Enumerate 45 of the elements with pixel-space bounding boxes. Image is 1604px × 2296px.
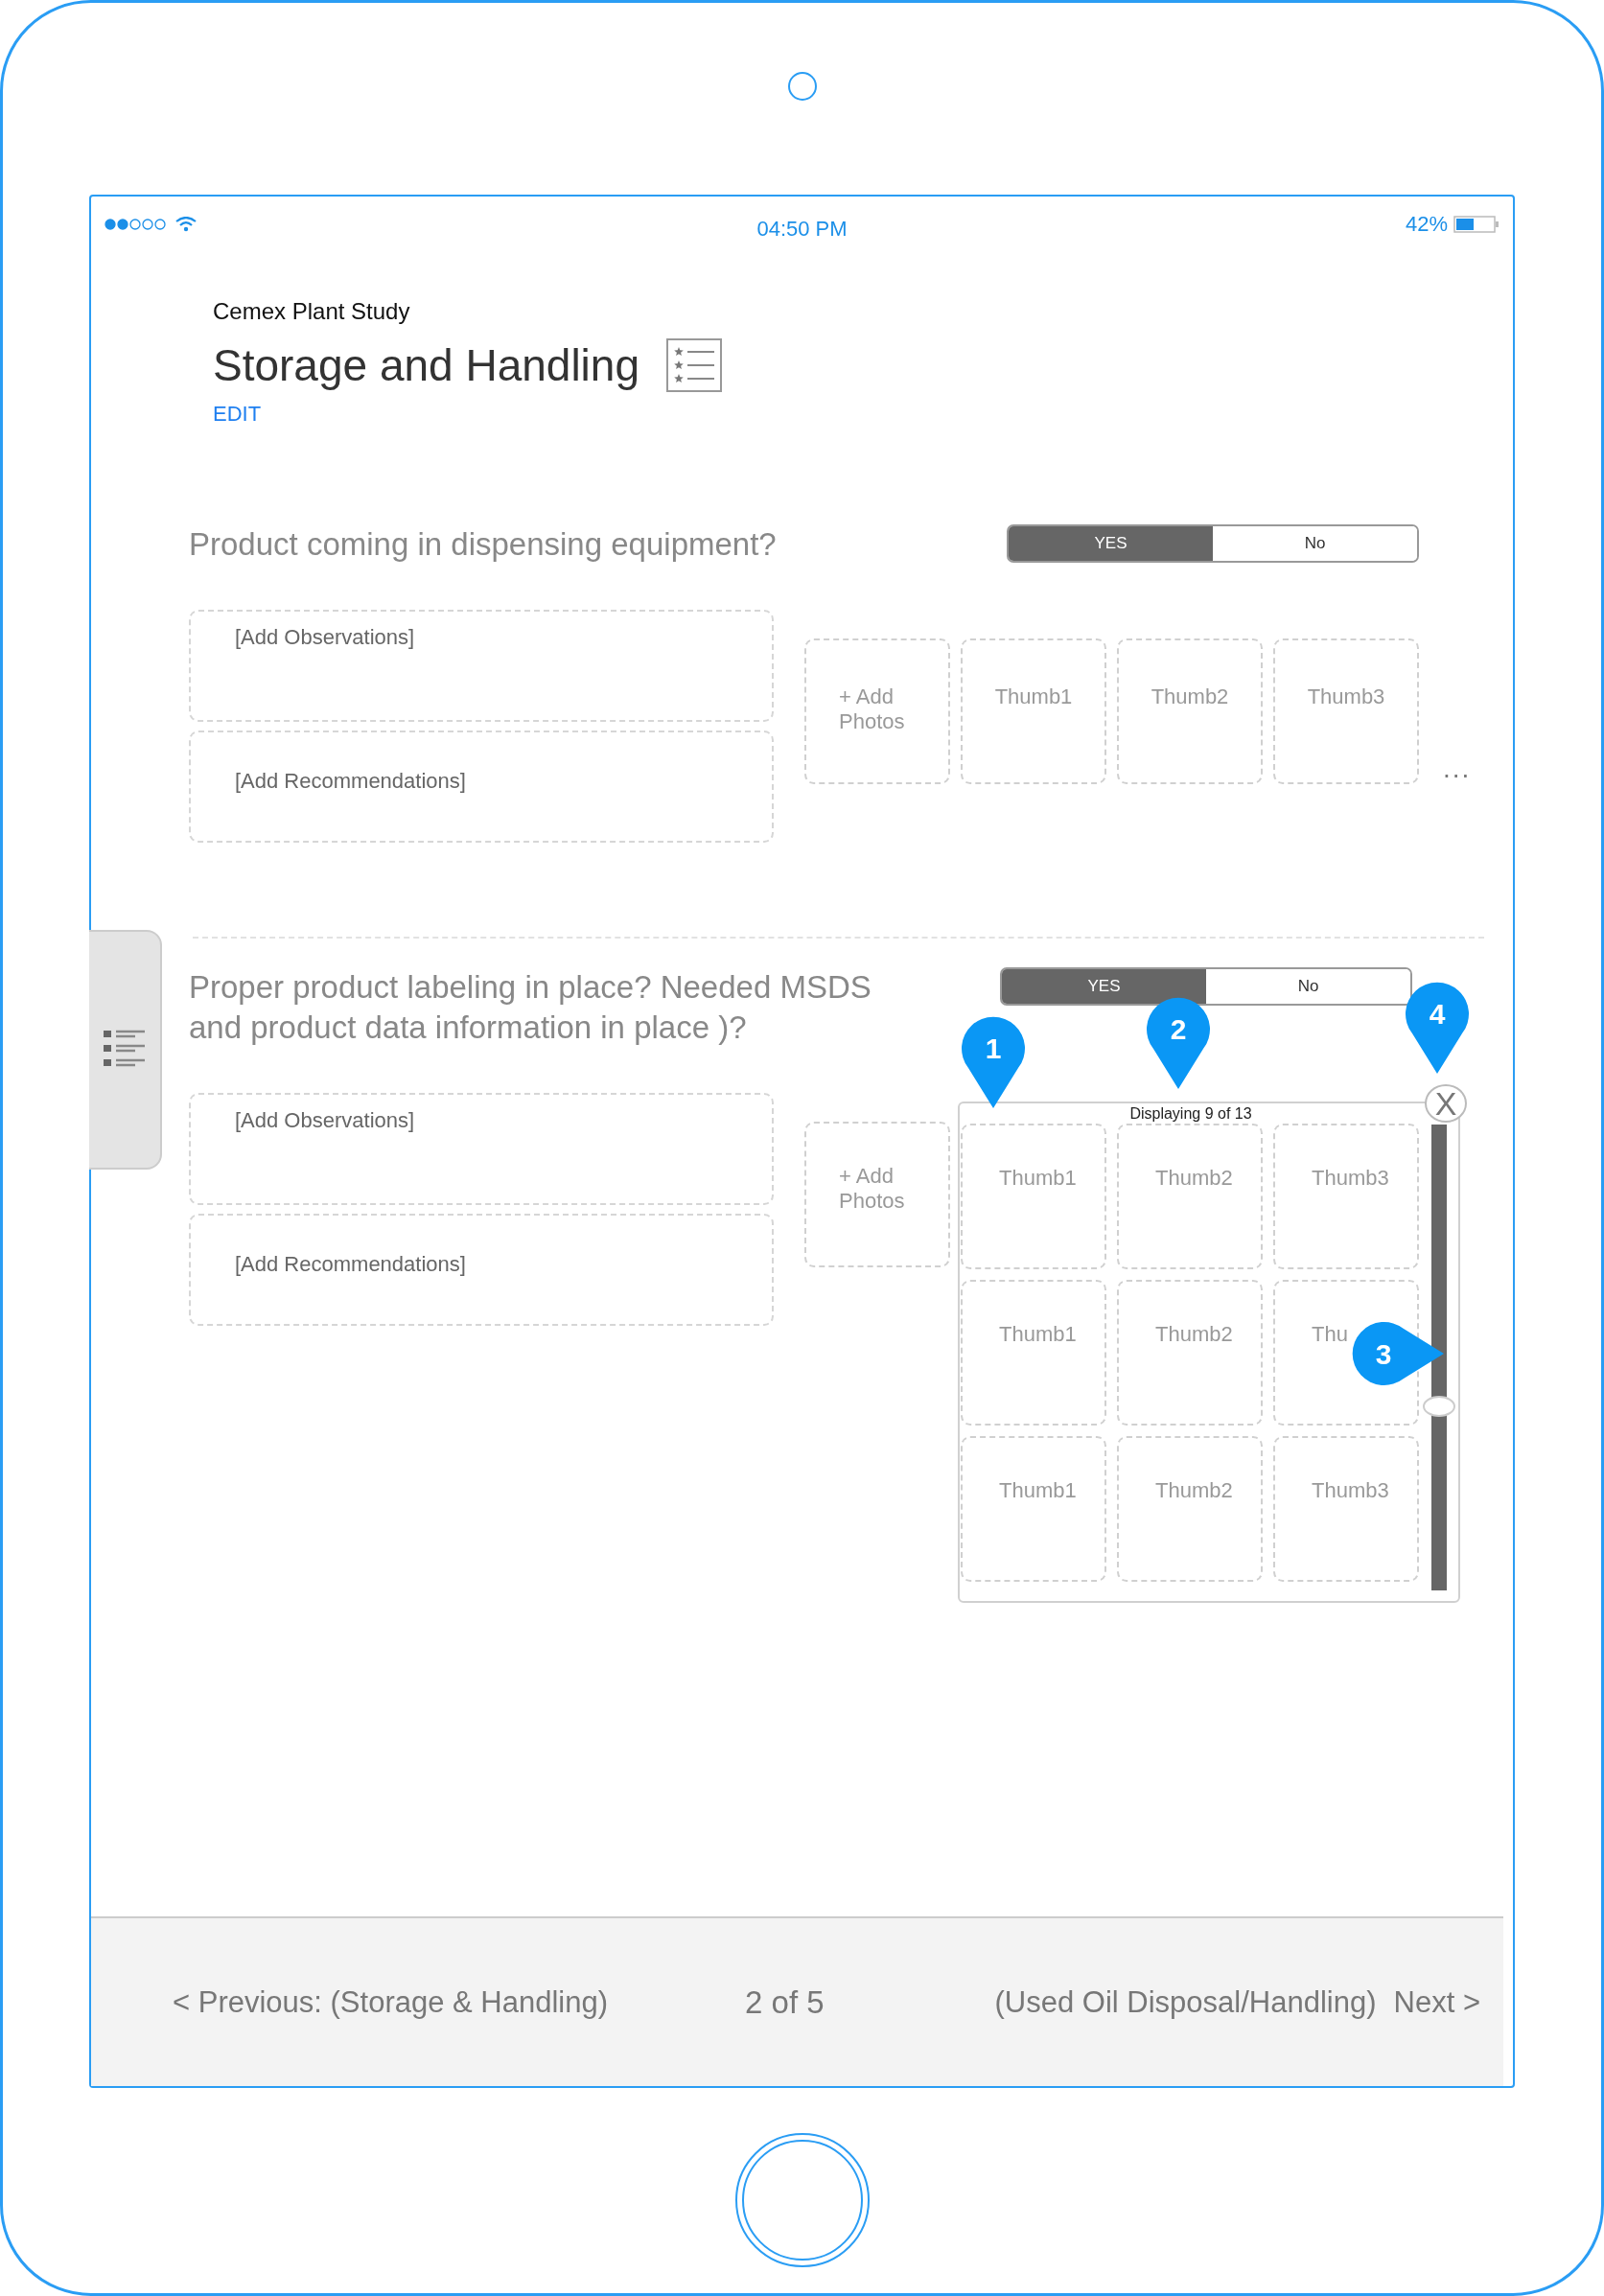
wifi-icon [175,217,197,232]
side-drawer-tab[interactable] [89,930,162,1170]
more-indicator[interactable]: ... [1443,754,1472,784]
scroll-handle[interactable] [1423,1396,1455,1417]
photo-thumbnail[interactable]: Thumb1 [961,1436,1106,1582]
battery-percent: 42% [1405,212,1448,237]
observations-field[interactable]: [Add Observations] [189,1093,774,1205]
photo-thumbnail[interactable]: Thumb3 [1273,1436,1419,1582]
add-photos-button[interactable]: + Add Photos [804,1122,950,1267]
gallery-caption: Displaying 9 of 13 [1128,1105,1253,1123]
observations-field[interactable]: [Add Observations] [189,610,774,722]
signal-icon [105,219,168,230]
callout-pin: 1 [960,1014,1027,1109]
edit-link[interactable]: EDIT [213,402,262,427]
question-text: Proper product labeling in place? Needed MSDS and product data information in place )? [189,968,872,1047]
page-indicator: 2 of 5 [745,1983,825,2021]
toggle-option[interactable]: YES [1009,526,1213,561]
photo-thumbnail[interactable]: Thumb2 [1117,638,1263,784]
callout-pin: 4 [1404,980,1471,1075]
photo-thumbnail[interactable]: Thumb3 [1273,1124,1419,1269]
next-link[interactable]: Next > [1393,1984,1480,2020]
callout-pin: 3 [1350,1320,1445,1387]
next-section-name: (Used Oil Disposal/Handling) [994,1984,1377,2020]
section-title: Storage and Handling [213,339,639,391]
toggle-option[interactable]: YES [1002,969,1206,1004]
photo-thumbnail[interactable]: Thumb1 [961,638,1106,784]
battery-icon [1453,216,1499,233]
photo-thumbnail[interactable]: Thumb2 [1117,1436,1263,1582]
recommendations-field[interactable]: [Add Recommendations] [189,1214,774,1326]
camera-icon [787,72,817,101]
close-button[interactable]: X [1425,1084,1467,1123]
photo-thumbnail[interactable]: Thumb1 [961,1124,1106,1269]
photo-thumbnail[interactable]: Thumb3 [1273,638,1419,784]
status-time: 04:50 PM [756,216,848,242]
photo-thumbnail[interactable]: Thumb2 [1117,1124,1263,1269]
callout-pin: 2 [1145,995,1212,1090]
previous-link[interactable]: < Previous: (Storage & Handling) [173,1984,609,2020]
home-button[interactable] [734,2133,870,2267]
photo-thumbnail[interactable]: Thumb1 [961,1280,1106,1426]
project-name: Cemex Plant Study [213,298,411,325]
recommendations-field[interactable]: [Add Recommendations] [189,731,774,843]
question-text: Product coming in dispensing equipment? [189,525,778,564]
add-photos-button[interactable]: + Add Photos [804,638,950,784]
photo-thumbnail[interactable]: Thumb2 [1117,1280,1263,1426]
checklist-icon[interactable] [666,338,722,392]
